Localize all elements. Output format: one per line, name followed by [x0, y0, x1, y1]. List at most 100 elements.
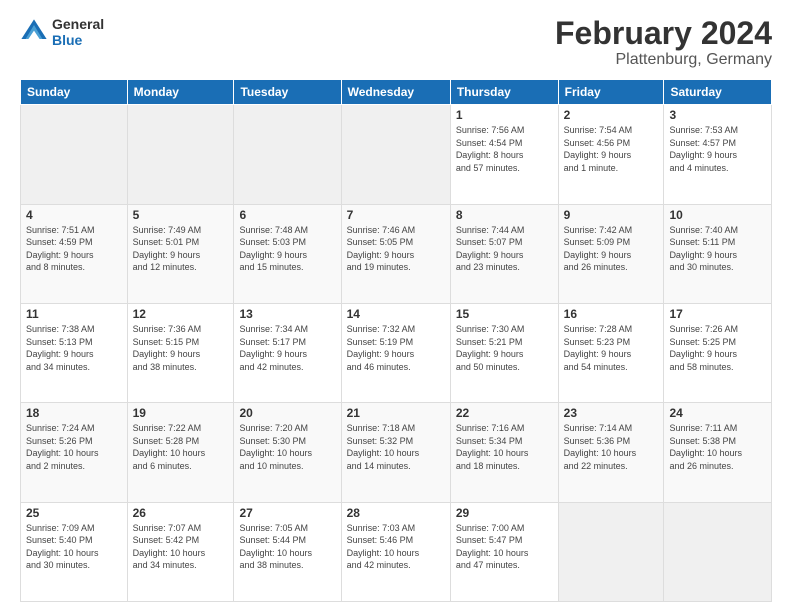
day-number: 22 — [456, 406, 553, 420]
day-info: Sunrise: 7:44 AM Sunset: 5:07 PM Dayligh… — [456, 224, 553, 274]
day-number: 25 — [26, 506, 122, 520]
day-number: 27 — [239, 506, 335, 520]
day-number: 28 — [347, 506, 445, 520]
calendar-cell: 25 Sunrise: 7:09 AM Sunset: 5:40 PM Dayli… — [21, 502, 128, 601]
calendar-cell: 19 Sunrise: 7:22 AM Sunset: 5:28 PM Dayli… — [127, 403, 234, 502]
logo: General Blue — [20, 16, 104, 48]
calendar-cell: 2 Sunrise: 7:54 AM Sunset: 4:56 PM Daylig… — [558, 105, 664, 204]
day-info: Sunrise: 7:24 AM Sunset: 5:26 PM Dayligh… — [26, 422, 122, 472]
calendar-cell — [234, 105, 341, 204]
day-info: Sunrise: 7:38 AM Sunset: 5:13 PM Dayligh… — [26, 323, 122, 373]
calendar-cell: 8 Sunrise: 7:44 AM Sunset: 5:07 PM Daylig… — [450, 204, 558, 303]
day-info: Sunrise: 7:53 AM Sunset: 4:57 PM Dayligh… — [669, 124, 766, 174]
calendar-week-3: 18Sunrise: 7:24 AM Sunset: 5:26 PM Dayli… — [21, 403, 772, 502]
day-info: Sunrise: 7:09 AM Sunset: 5:40 PM Dayligh… — [26, 522, 122, 572]
day-number: 3 — [669, 108, 766, 122]
header-sunday: Sunday — [21, 80, 128, 105]
calendar-cell: 6 Sunrise: 7:48 AM Sunset: 5:03 PM Daylig… — [234, 204, 341, 303]
calendar-cell — [21, 105, 128, 204]
calendar-cell: 1 Sunrise: 7:56 AM Sunset: 4:54 PM Daylig… — [450, 105, 558, 204]
header-tuesday: Tuesday — [234, 80, 341, 105]
day-number: 6 — [239, 208, 335, 222]
day-number: 20 — [239, 406, 335, 420]
day-info: Sunrise: 7:40 AM Sunset: 5:11 PM Dayligh… — [669, 224, 766, 274]
day-number: 26 — [133, 506, 229, 520]
day-number: 29 — [456, 506, 553, 520]
day-info: Sunrise: 7:49 AM Sunset: 5:01 PM Dayligh… — [133, 224, 229, 274]
header-thursday: Thursday — [450, 80, 558, 105]
calendar-week-0: 1 Sunrise: 7:56 AM Sunset: 4:54 PM Daylig… — [21, 105, 772, 204]
calendar-cell: 18Sunrise: 7:24 AM Sunset: 5:26 PM Dayli… — [21, 403, 128, 502]
day-number: 8 — [456, 208, 553, 222]
header-monday: Monday — [127, 80, 234, 105]
day-info: Sunrise: 7:05 AM Sunset: 5:44 PM Dayligh… — [239, 522, 335, 572]
day-info: Sunrise: 7:11 AM Sunset: 5:38 PM Dayligh… — [669, 422, 766, 472]
calendar-cell: 7 Sunrise: 7:46 AM Sunset: 5:05 PM Daylig… — [341, 204, 450, 303]
day-number: 12 — [133, 307, 229, 321]
calendar-cell: 23 Sunrise: 7:14 AM Sunset: 5:36 PM Dayli… — [558, 403, 664, 502]
calendar-cell: 13 Sunrise: 7:34 AM Sunset: 5:17 PM Dayli… — [234, 303, 341, 402]
calendar-cell: 9 Sunrise: 7:42 AM Sunset: 5:09 PM Daylig… — [558, 204, 664, 303]
day-info: Sunrise: 7:34 AM Sunset: 5:17 PM Dayligh… — [239, 323, 335, 373]
day-number: 4 — [26, 208, 122, 222]
day-number: 23 — [564, 406, 659, 420]
page: General Blue February 2024 Plattenburg, … — [0, 0, 792, 612]
day-info: Sunrise: 7:16 AM Sunset: 5:34 PM Dayligh… — [456, 422, 553, 472]
day-number: 16 — [564, 307, 659, 321]
calendar-subtitle: Plattenburg, Germany — [555, 51, 772, 69]
day-number: 10 — [669, 208, 766, 222]
calendar-cell — [341, 105, 450, 204]
calendar-week-2: 11 Sunrise: 7:38 AM Sunset: 5:13 PM Dayli… — [21, 303, 772, 402]
day-info: Sunrise: 7:56 AM Sunset: 4:54 PM Dayligh… — [456, 124, 553, 174]
calendar-cell — [664, 502, 772, 601]
day-number: 24 — [669, 406, 766, 420]
day-info: Sunrise: 7:54 AM Sunset: 4:56 PM Dayligh… — [564, 124, 659, 174]
title-area: February 2024 Plattenburg, Germany — [555, 16, 772, 69]
calendar-cell: 20 Sunrise: 7:20 AM Sunset: 5:30 PM Dayli… — [234, 403, 341, 502]
calendar-cell: 21Sunrise: 7:18 AM Sunset: 5:32 PM Dayli… — [341, 403, 450, 502]
calendar-cell: 11 Sunrise: 7:38 AM Sunset: 5:13 PM Dayli… — [21, 303, 128, 402]
day-info: Sunrise: 7:20 AM Sunset: 5:30 PM Dayligh… — [239, 422, 335, 472]
logo-icon — [20, 18, 48, 46]
day-info: Sunrise: 7:22 AM Sunset: 5:28 PM Dayligh… — [133, 422, 229, 472]
day-info: Sunrise: 7:46 AM Sunset: 5:05 PM Dayligh… — [347, 224, 445, 274]
day-number: 2 — [564, 108, 659, 122]
day-number: 17 — [669, 307, 766, 321]
calendar-cell: 29 Sunrise: 7:00 AM Sunset: 5:47 PM Dayli… — [450, 502, 558, 601]
day-info: Sunrise: 7:14 AM Sunset: 5:36 PM Dayligh… — [564, 422, 659, 472]
day-number: 15 — [456, 307, 553, 321]
day-info: Sunrise: 7:03 AM Sunset: 5:46 PM Dayligh… — [347, 522, 445, 572]
day-info: Sunrise: 7:42 AM Sunset: 5:09 PM Dayligh… — [564, 224, 659, 274]
day-info: Sunrise: 7:32 AM Sunset: 5:19 PM Dayligh… — [347, 323, 445, 373]
calendar-week-1: 4 Sunrise: 7:51 AM Sunset: 4:59 PM Daylig… — [21, 204, 772, 303]
day-number: 13 — [239, 307, 335, 321]
header: General Blue February 2024 Plattenburg, … — [20, 16, 772, 69]
day-number: 7 — [347, 208, 445, 222]
header-wednesday: Wednesday — [341, 80, 450, 105]
calendar-table: Sunday Monday Tuesday Wednesday Thursday… — [20, 79, 772, 602]
day-number: 1 — [456, 108, 553, 122]
calendar-cell: 22 Sunrise: 7:16 AM Sunset: 5:34 PM Dayli… — [450, 403, 558, 502]
calendar-cell: 14 Sunrise: 7:32 AM Sunset: 5:19 PM Dayli… — [341, 303, 450, 402]
day-info: Sunrise: 7:51 AM Sunset: 4:59 PM Dayligh… — [26, 224, 122, 274]
day-info: Sunrise: 7:28 AM Sunset: 5:23 PM Dayligh… — [564, 323, 659, 373]
calendar-cell: 17 Sunrise: 7:26 AM Sunset: 5:25 PM Dayli… — [664, 303, 772, 402]
calendar-title: February 2024 — [555, 16, 772, 51]
day-info: Sunrise: 7:00 AM Sunset: 5:47 PM Dayligh… — [456, 522, 553, 572]
day-info: Sunrise: 7:18 AM Sunset: 5:32 PM Dayligh… — [347, 422, 445, 472]
day-info: Sunrise: 7:48 AM Sunset: 5:03 PM Dayligh… — [239, 224, 335, 274]
calendar-cell: 16 Sunrise: 7:28 AM Sunset: 5:23 PM Dayli… — [558, 303, 664, 402]
calendar-cell: 4 Sunrise: 7:51 AM Sunset: 4:59 PM Daylig… — [21, 204, 128, 303]
day-number: 14 — [347, 307, 445, 321]
calendar-cell: 27 Sunrise: 7:05 AM Sunset: 5:44 PM Dayli… — [234, 502, 341, 601]
calendar-cell: 10 Sunrise: 7:40 AM Sunset: 5:11 PM Dayli… — [664, 204, 772, 303]
calendar-cell: 12 Sunrise: 7:36 AM Sunset: 5:15 PM Dayli… — [127, 303, 234, 402]
day-number: 9 — [564, 208, 659, 222]
day-number: 19 — [133, 406, 229, 420]
calendar-cell: 26Sunrise: 7:07 AM Sunset: 5:42 PM Dayli… — [127, 502, 234, 601]
day-number: 11 — [26, 307, 122, 321]
calendar-cell — [127, 105, 234, 204]
day-info: Sunrise: 7:26 AM Sunset: 5:25 PM Dayligh… — [669, 323, 766, 373]
day-info: Sunrise: 7:36 AM Sunset: 5:15 PM Dayligh… — [133, 323, 229, 373]
calendar-week-4: 25 Sunrise: 7:09 AM Sunset: 5:40 PM Dayli… — [21, 502, 772, 601]
